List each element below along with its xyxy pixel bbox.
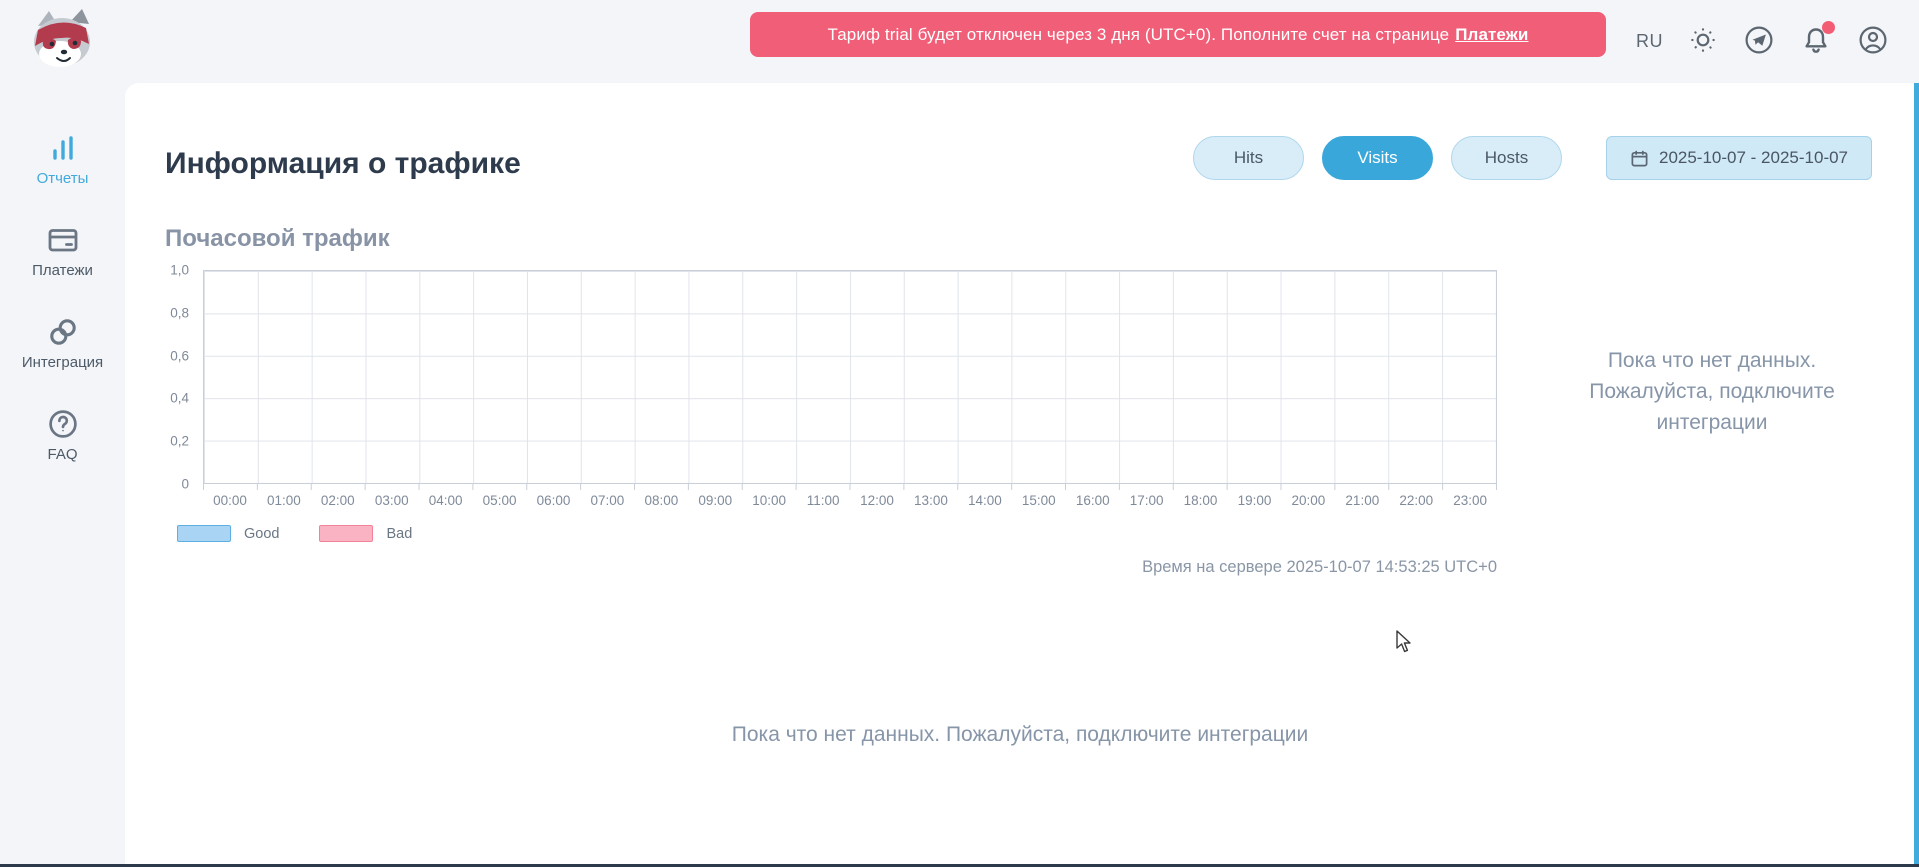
x-axis: 00:0001:0002:0003:0004:0005:0006:0007:00… <box>203 493 1497 508</box>
chart-plot-area <box>203 270 1497 484</box>
tab-visits[interactable]: Visits <box>1322 136 1433 180</box>
y-axis-label: 0,6 <box>170 348 189 363</box>
x-axis-label: 13:00 <box>904 493 958 508</box>
sun-icon <box>1688 25 1718 58</box>
page-empty-message: Пока что нет данных. Пожалуйста, подключ… <box>125 723 1915 747</box>
date-range-label: 2025-10-07 - 2025-10-07 <box>1659 148 1848 168</box>
link-icon <box>47 315 79 349</box>
topbar-actions: RU <box>1636 0 1889 83</box>
x-axis-label: 12:00 <box>850 493 904 508</box>
legend-label: Bad <box>386 526 412 542</box>
y-axis-label: 0,4 <box>170 391 189 406</box>
x-axis-label: 01:00 <box>257 493 311 508</box>
x-axis-label: 18:00 <box>1174 493 1228 508</box>
main-content: Информация о трафике Hits Visits Hosts 202… <box>125 83 1915 864</box>
chart-title: Почасовой трафик <box>165 225 390 253</box>
alert-text: Тариф trial будет отключен через 3 дня (… <box>828 25 1450 45</box>
tab-hosts[interactable]: Hosts <box>1451 136 1562 180</box>
sidebar-nav: Отчеты Платежи Интеграция FAQ <box>0 83 125 463</box>
vertical-scrollbar[interactable] <box>1914 83 1919 864</box>
x-axis-label: 17:00 <box>1120 493 1174 508</box>
legend-item-bad: Bad <box>319 525 412 542</box>
x-axis-label: 19:00 <box>1228 493 1282 508</box>
account-button[interactable] <box>1857 24 1889 59</box>
sidebar-item-label: Отчеты <box>37 170 89 187</box>
question-icon <box>47 407 79 441</box>
x-axis-label: 20:00 <box>1281 493 1335 508</box>
x-axis-label: 00:00 <box>203 493 257 508</box>
x-axis-label: 10:00 <box>742 493 796 508</box>
y-axis: 1,00,80,60,40,20 <box>125 270 195 484</box>
language-button[interactable]: RU <box>1636 31 1663 52</box>
sidebar-item-label: Платежи <box>32 262 93 279</box>
x-axis-label: 15:00 <box>1012 493 1066 508</box>
sidebar-item-label: FAQ <box>47 446 77 463</box>
calendar-icon <box>1630 149 1649 168</box>
metric-tabs: Hits Visits Hosts <box>1193 136 1562 180</box>
sidebar-item-faq[interactable]: FAQ <box>0 407 125 463</box>
notifications-button[interactable] <box>1800 24 1832 59</box>
sidebar-item-integration[interactable]: Интеграция <box>0 315 125 371</box>
x-axis-label: 05:00 <box>473 493 527 508</box>
x-axis-label: 07:00 <box>580 493 634 508</box>
sidebar-item-payments[interactable]: Платежи <box>0 223 125 279</box>
alert-payments-link[interactable]: Платежи <box>1455 25 1528 45</box>
x-axis-label: 21:00 <box>1335 493 1389 508</box>
x-axis-label: 16:00 <box>1066 493 1120 508</box>
legend-item-good: Good <box>177 525 279 542</box>
telegram-icon <box>1743 24 1775 59</box>
topbar: Тариф trial будет отключен через 3 дня (… <box>0 0 1919 83</box>
x-axis-label: 08:00 <box>634 493 688 508</box>
tab-hits[interactable]: Hits <box>1193 136 1304 180</box>
legend-swatch <box>177 525 231 542</box>
trial-alert-banner: Тариф trial будет отключен через 3 дня (… <box>750 12 1606 57</box>
raccoon-logo[interactable] <box>24 6 104 72</box>
credit-card-icon <box>47 223 79 257</box>
chart-empty-message: Пока что нет данных. Пожалуйста, подключ… <box>1567 345 1857 438</box>
account-icon <box>1857 24 1889 59</box>
x-axis-label: 23:00 <box>1443 493 1497 508</box>
date-range-button[interactable]: 2025-10-07 - 2025-10-07 <box>1606 136 1872 180</box>
page-title: Информация о трафике <box>165 147 521 181</box>
x-axis-ticks <box>203 484 1497 490</box>
x-axis-label: 09:00 <box>688 493 742 508</box>
telegram-button[interactable] <box>1743 24 1775 59</box>
x-axis-label: 04:00 <box>419 493 473 508</box>
sidebar-item-label: Интеграция <box>22 354 103 371</box>
legend-swatch <box>319 525 373 542</box>
chart-legend: Good Bad <box>177 525 412 542</box>
legend-label: Good <box>244 526 279 542</box>
x-axis-label: 11:00 <box>796 493 850 508</box>
server-time: Время на сервере 2025-10-07 14:53:25 UTC… <box>1142 558 1497 577</box>
x-axis-label: 06:00 <box>527 493 581 508</box>
bar-chart-icon <box>48 131 78 165</box>
notification-dot <box>1822 21 1835 34</box>
x-axis-label: 14:00 <box>958 493 1012 508</box>
theme-toggle-button[interactable] <box>1688 25 1718 58</box>
x-axis-label: 22:00 <box>1389 493 1443 508</box>
y-axis-label: 0 <box>181 477 189 492</box>
x-axis-label: 02:00 <box>311 493 365 508</box>
sidebar-item-reports[interactable]: Отчеты <box>0 131 125 187</box>
x-axis-label: 03:00 <box>365 493 419 508</box>
y-axis-label: 1,0 <box>170 263 189 278</box>
y-axis-label: 0,8 <box>170 305 189 320</box>
y-axis-label: 0,2 <box>170 434 189 449</box>
